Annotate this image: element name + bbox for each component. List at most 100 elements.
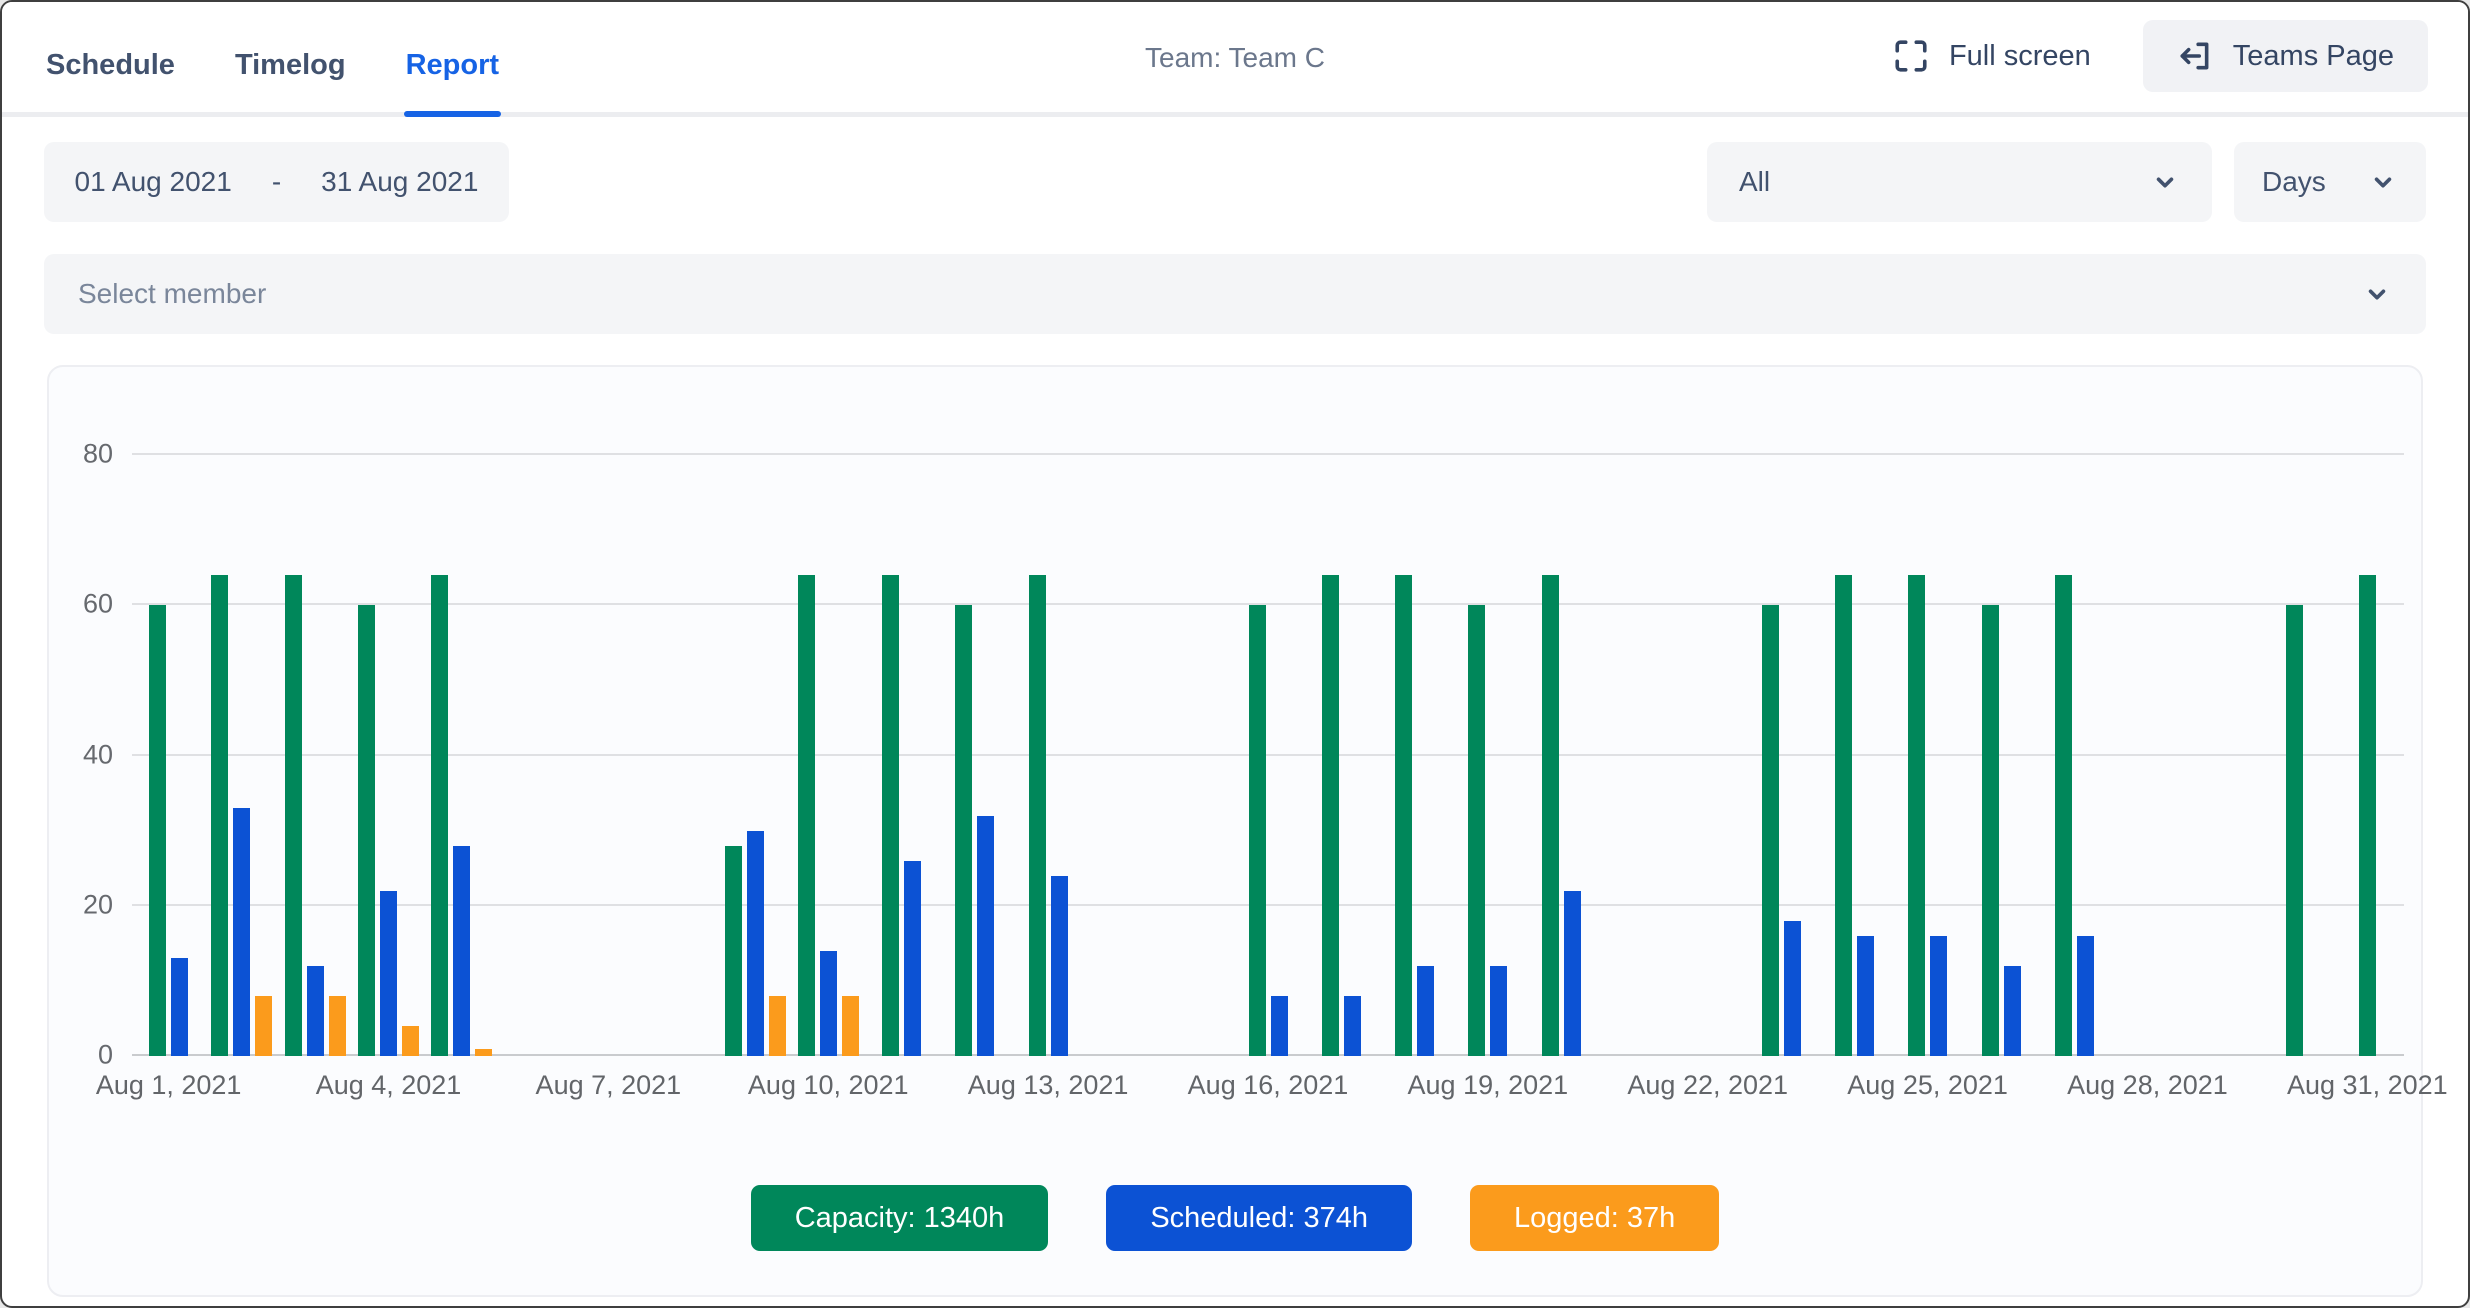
granularity-dropdown[interactable]: Days bbox=[2234, 142, 2426, 222]
day-band bbox=[1231, 453, 1304, 1056]
bar-scheduled bbox=[2004, 966, 2021, 1056]
date-to: 31 Aug 2021 bbox=[321, 166, 478, 198]
header-actions: Full screen Teams Page bbox=[1887, 20, 2428, 92]
day-band bbox=[572, 453, 645, 1056]
bar-scheduled bbox=[233, 808, 250, 1056]
day-band bbox=[2111, 453, 2184, 1056]
bar-capacity bbox=[211, 575, 228, 1056]
full-screen-button[interactable]: Full screen bbox=[1887, 37, 2097, 75]
scope-dropdown[interactable]: All bbox=[1707, 142, 2212, 222]
day-band bbox=[1745, 453, 1818, 1056]
x-axis-label: Aug 4, 2021 bbox=[316, 1070, 462, 1101]
day-band bbox=[1305, 453, 1378, 1056]
tab-bar: Schedule Timelog Report bbox=[44, 2, 501, 112]
bar-scheduled bbox=[453, 846, 470, 1056]
bar-scheduled bbox=[904, 861, 921, 1056]
bar-scheduled bbox=[1857, 936, 1874, 1056]
bar-capacity bbox=[1908, 575, 1925, 1056]
bar-capacity bbox=[2055, 575, 2072, 1056]
header: Schedule Timelog Report Team: Team C Full … bbox=[2, 2, 2468, 117]
day-band bbox=[2258, 453, 2331, 1056]
teams-page-label: Teams Page bbox=[2233, 40, 2394, 73]
day-band bbox=[2038, 453, 2111, 1056]
date-from: 01 Aug 2021 bbox=[75, 166, 232, 198]
y-axis-label: 0 bbox=[98, 1040, 113, 1071]
day-band bbox=[1671, 453, 1744, 1056]
chevron-down-icon bbox=[2150, 167, 2180, 197]
bar-scheduled bbox=[2077, 936, 2094, 1056]
legend-logged-button[interactable]: Logged: 37h bbox=[1470, 1185, 1719, 1251]
bar-capacity bbox=[725, 846, 742, 1056]
bar-logged bbox=[475, 1049, 492, 1057]
report-page: Schedule Timelog Report Team: Team C Full … bbox=[0, 0, 2470, 1308]
member-select[interactable]: Select member bbox=[44, 254, 2426, 334]
scope-selected-value: All bbox=[1739, 166, 1770, 198]
bar-bands bbox=[132, 453, 2404, 1056]
tab-timelog[interactable]: Timelog bbox=[233, 49, 348, 112]
day-band bbox=[2184, 453, 2257, 1056]
x-axis-label: Aug 13, 2021 bbox=[968, 1070, 1129, 1101]
bar-capacity bbox=[1249, 605, 1266, 1056]
bar-scheduled bbox=[977, 816, 994, 1056]
y-axis-label: 60 bbox=[83, 589, 113, 620]
day-band bbox=[1012, 453, 1085, 1056]
tab-schedule[interactable]: Schedule bbox=[44, 49, 177, 112]
y-axis-label: 80 bbox=[83, 439, 113, 470]
day-band bbox=[205, 453, 278, 1056]
report-chart-card: 0 20 40 60 80 Aug 1, 2021 Aug 4, 2021 Aug 7, 2… bbox=[47, 365, 2423, 1297]
bar-logged bbox=[769, 996, 786, 1056]
x-axis-label: Aug 7, 2021 bbox=[536, 1070, 682, 1101]
x-axis-label: Aug 25, 2021 bbox=[1847, 1070, 2008, 1101]
bar-capacity bbox=[2286, 605, 2303, 1056]
bar-scheduled bbox=[307, 966, 324, 1056]
exit-left-icon bbox=[2177, 38, 2213, 74]
bar-capacity bbox=[285, 575, 302, 1056]
fullscreen-icon bbox=[1893, 38, 1929, 74]
full-screen-label: Full screen bbox=[1949, 40, 2091, 73]
date-range-picker[interactable]: 01 Aug 2021 - 31 Aug 2021 bbox=[44, 142, 509, 222]
bar-scheduled bbox=[747, 831, 764, 1056]
day-band bbox=[2331, 453, 2404, 1056]
team-title: Team: Team C bbox=[1145, 42, 1325, 74]
legend-scheduled-button[interactable]: Scheduled: 374h bbox=[1106, 1185, 1412, 1251]
bar-scheduled bbox=[1490, 966, 1507, 1056]
chart-legend: Capacity: 1340h Scheduled: 374h Logged: 37… bbox=[49, 1185, 2421, 1251]
day-band bbox=[718, 453, 791, 1056]
x-axis-label: Aug 16, 2021 bbox=[1188, 1070, 1349, 1101]
day-band bbox=[132, 453, 205, 1056]
bar-capacity bbox=[1835, 575, 1852, 1056]
bar-capacity bbox=[149, 605, 166, 1056]
member-select-placeholder: Select member bbox=[78, 278, 266, 310]
bar-capacity bbox=[358, 605, 375, 1056]
day-band bbox=[1818, 453, 1891, 1056]
bar-capacity bbox=[1468, 605, 1485, 1056]
y-axis-label: 20 bbox=[83, 889, 113, 920]
tab-report[interactable]: Report bbox=[404, 49, 501, 112]
teams-page-button[interactable]: Teams Page bbox=[2143, 20, 2428, 92]
day-band bbox=[1085, 453, 1158, 1056]
day-band bbox=[1378, 453, 1451, 1056]
bar-capacity bbox=[1029, 575, 1046, 1056]
bar-scheduled bbox=[171, 958, 188, 1056]
x-axis-label: Aug 31, 2021 bbox=[2287, 1070, 2448, 1101]
bar-scheduled bbox=[1417, 966, 1434, 1056]
bar-scheduled bbox=[1271, 996, 1288, 1056]
day-band bbox=[498, 453, 571, 1056]
bar-scheduled bbox=[1344, 996, 1361, 1056]
legend-capacity-button[interactable]: Capacity: 1340h bbox=[751, 1185, 1049, 1251]
bar-logged bbox=[842, 996, 859, 1056]
x-axis-label: Aug 1, 2021 bbox=[96, 1070, 242, 1101]
bar-logged bbox=[329, 996, 346, 1056]
plot-area bbox=[132, 453, 2404, 1056]
day-band bbox=[352, 453, 425, 1056]
bar-capacity bbox=[1395, 575, 1412, 1056]
bar-logged bbox=[402, 1026, 419, 1056]
bar-scheduled bbox=[380, 891, 397, 1056]
x-axis-label: Aug 22, 2021 bbox=[1627, 1070, 1788, 1101]
filter-row: 01 Aug 2021 - 31 Aug 2021 All Days bbox=[44, 142, 2426, 222]
y-axis-label: 40 bbox=[83, 739, 113, 770]
day-band bbox=[1598, 453, 1671, 1056]
bar-capacity bbox=[882, 575, 899, 1056]
bar-capacity bbox=[955, 605, 972, 1056]
day-band bbox=[792, 453, 865, 1056]
